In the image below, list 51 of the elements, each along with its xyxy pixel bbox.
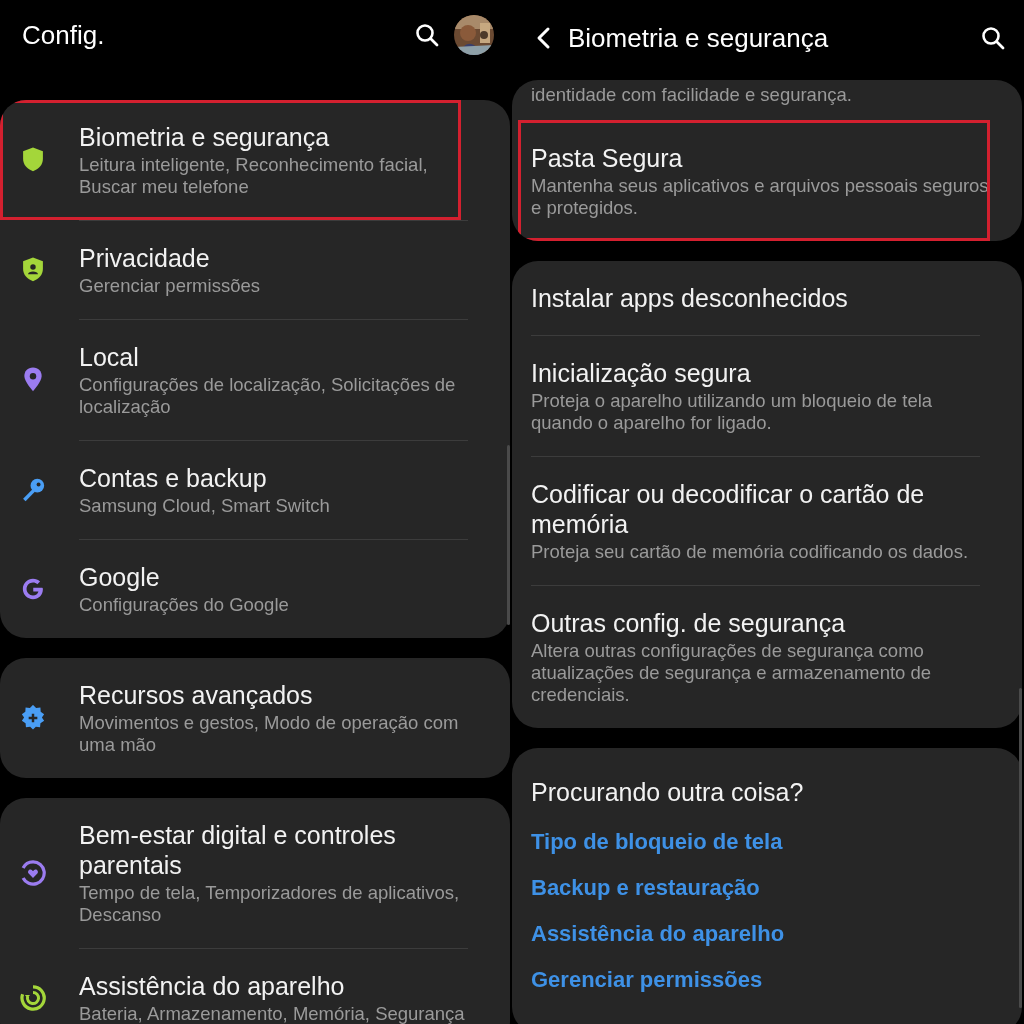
settings-item[interactable]: Inicialização segura Proteja o aparelho utilizando um bloqueio de tela quando o aparelho for ligado.	[512, 335, 1022, 456]
search-icon[interactable]	[980, 25, 1006, 51]
item-title: Pasta Segura	[531, 143, 684, 173]
related-link[interactable]: Assistência do aparelho	[531, 921, 785, 947]
settings-item[interactable]: Local Configurações de localização, Solicitações de localização	[0, 319, 510, 440]
item-subtitle: Samsung Cloud, Smart Switch	[79, 495, 331, 517]
search-icon[interactable]	[414, 22, 440, 48]
screen-title: Biometria e segurança	[568, 22, 830, 54]
related-link[interactable]: Tipo de bloqueio de tela	[531, 829, 783, 855]
settings-item[interactable]: identidade com facilidade e segurança.	[512, 80, 1022, 120]
item-subtitle: Gerenciar permissões	[79, 275, 261, 297]
scroll-bar[interactable]	[507, 445, 510, 625]
settings-item[interactable]: Assistência do aparelho Bateria, Armazenamento, Memória, Segurança	[0, 948, 510, 1024]
highlighted-settings-item[interactable]: Biometria e segurança Leitura inteligente, Reconhecimento facial, Buscar meu telefone	[0, 100, 461, 220]
item-title: Instalar apps desconhecidos	[531, 283, 849, 313]
item-subtitle: Proteja o aparelho utilizando um bloqueio de tela quando o aparelho for ligado.	[531, 390, 934, 434]
highlighted-settings-item[interactable]: Pasta Segura Mantenha seus aplicativos e arquivos pessoais seguros e protegidos.	[518, 120, 990, 241]
scroll-bar[interactable]	[1019, 688, 1022, 1008]
settings-item[interactable]: Instalar apps desconhecidos	[512, 261, 1022, 335]
item-subtitle: Configurações de localização, Solicitações de localização	[79, 374, 457, 418]
settings-item[interactable]: Privacidade Gerenciar permissões	[0, 220, 510, 319]
section-heading: Procurando outra coisa?	[531, 778, 805, 807]
settings-item[interactable]: Google Configurações do Google	[0, 539, 510, 638]
item-subtitle: Configurações do Google	[79, 594, 290, 616]
item-title: Biometria e segurança	[79, 122, 331, 152]
item-title: Bem-estar digital e controles parentais	[79, 820, 397, 880]
settings-item[interactable]: Outras config. de segurança Altera outras configurações de segurança como atualizações de segurança e armazenamento de credenciais.	[512, 585, 1022, 728]
screen-title: Config.	[22, 19, 106, 51]
item-title: Contas e backup	[79, 463, 268, 493]
item-subtitle: Altera outras configurações de segurança como atualizações de segurança e armazenamento de credenciais.	[531, 640, 933, 706]
item-subtitle: Proteja seu cartão de memória codificando os dados.	[531, 541, 970, 563]
item-subtitle: Mantenha seus aplicativos e arquivos pessoais seguros e protegidos.	[531, 175, 990, 219]
related-link[interactable]: Backup e restauração	[531, 875, 760, 901]
item-subtitle: identidade com facilidade e segurança.	[531, 84, 853, 106]
item-title: Recursos avançados	[79, 680, 314, 710]
item-title: Codificar ou decodificar o cartão de memória	[531, 479, 926, 539]
settings-item[interactable]: Codificar ou decodificar o cartão de memória Proteja seu cartão de memória codificando os dados.	[512, 456, 1022, 585]
item-subtitle: Leitura inteligente, Reconhecimento facial, Buscar meu telefone	[79, 154, 429, 198]
item-title: Outras config. de segurança	[531, 608, 847, 638]
item-subtitle: Tempo de tela, Temporizadores de aplicativos, Descanso	[79, 882, 461, 926]
settings-item[interactable]: Bem-estar digital e controles parentais Tempo de tela, Temporizadores de aplicativos, Descanso	[0, 798, 510, 948]
settings-item[interactable]: Recursos avançados Movimentos e gestos, Modo de operação com uma mão	[0, 658, 510, 778]
item-title: Inicialização segura	[531, 358, 752, 388]
item-title: Google	[79, 562, 161, 592]
item-title: Local	[79, 342, 140, 372]
related-link[interactable]: Gerenciar permissões	[531, 967, 763, 993]
item-subtitle: Movimentos e gestos, Modo de operação com uma mão	[79, 712, 460, 756]
settings-item[interactable]: Contas e backup Samsung Cloud, Smart Switch	[0, 440, 510, 539]
item-subtitle: Bateria, Armazenamento, Memória, Segurança	[79, 1003, 466, 1024]
item-title: Assistência do aparelho	[79, 971, 346, 1001]
item-title: Privacidade	[79, 243, 211, 273]
